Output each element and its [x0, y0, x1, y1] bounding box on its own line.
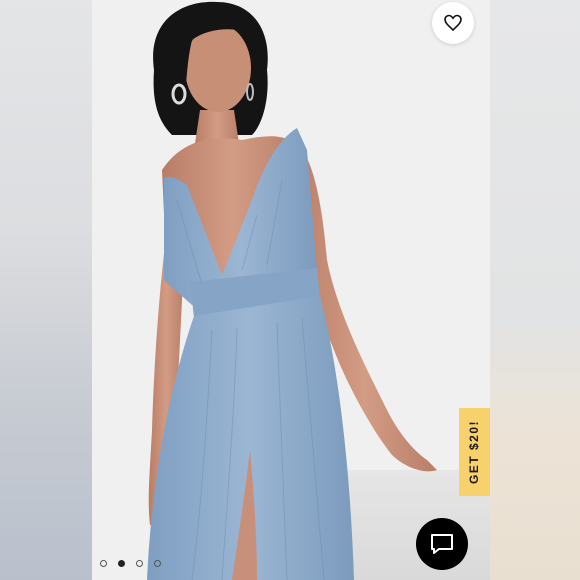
chat-button[interactable] — [416, 518, 468, 570]
blurred-right-panel — [490, 0, 580, 580]
carousel-dots — [100, 560, 161, 567]
carousel-dot[interactable] — [136, 560, 143, 567]
chat-bubble-icon — [431, 534, 453, 554]
product-image-viewer: GET $20! — [0, 0, 580, 580]
product-photo[interactable] — [92, 0, 490, 580]
carousel-dot[interactable] — [100, 560, 107, 567]
model-illustration — [92, 0, 490, 580]
promo-tab[interactable]: GET $20! — [459, 408, 490, 496]
blurred-left-panel — [0, 0, 92, 580]
heart-icon — [444, 14, 462, 32]
promo-label: GET $20! — [467, 419, 482, 485]
carousel-dot[interactable] — [154, 560, 161, 567]
favorite-button[interactable] — [432, 2, 474, 44]
carousel-dot-active[interactable] — [118, 560, 125, 567]
